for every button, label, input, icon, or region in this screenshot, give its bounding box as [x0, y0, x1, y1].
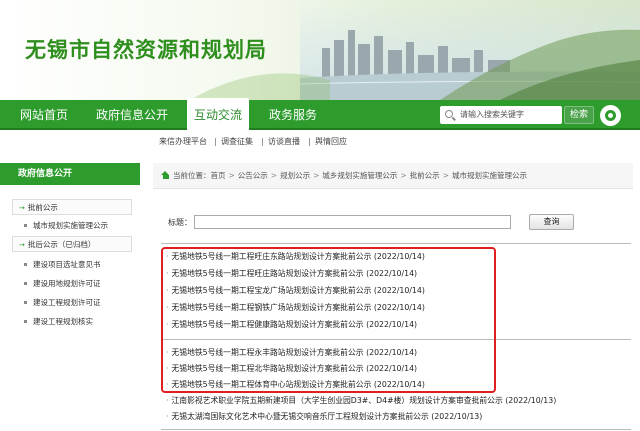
highlight-annotation-box	[161, 247, 496, 393]
search-input[interactable]: 请输入搜索关键字	[440, 106, 562, 124]
sidebar-item-label: 建设项目选址意见书	[33, 260, 101, 269]
title-filter-label: 标题：	[168, 218, 192, 227]
nav-services[interactable]: 政务服务	[258, 100, 328, 130]
list-divider	[161, 243, 631, 244]
search-icon	[445, 110, 453, 118]
sidebar-item-post-approval[interactable]: → 批后公示（已归档）	[12, 236, 132, 252]
breadcrumb: 当前位置：首页 > 公告公示 > 规划公示 > 城乡规划实施管理公示 > 批前公示 > 城市规划实施…	[153, 163, 633, 189]
list-item[interactable]: · 江南影视艺术职业学院五期新建项目（大学生创业园D3#、D4#楼）规划设计方案审…	[166, 393, 556, 409]
subnav-divider	[309, 138, 310, 146]
sidebar-item-label: 建设工程规划核实	[33, 317, 93, 326]
sidebar-heading: 政府信息公开	[0, 163, 140, 185]
bullet-icon	[24, 282, 27, 285]
search-button[interactable]: 检索	[564, 106, 594, 124]
breadcrumb-item[interactable]: 规划公示	[280, 171, 310, 180]
sidebar-item-pre-approval[interactable]: → 批前公示	[12, 199, 132, 215]
subnav-divider	[215, 138, 216, 146]
breadcrumb-item[interactable]: 城乡规划实施管理公示	[322, 171, 397, 180]
breadcrumb-item[interactable]: 批前公示	[410, 171, 440, 180]
subnav-interview[interactable]: 访谈直播	[268, 132, 300, 152]
list-item-title: 无锡太湖湾国际文化艺术中心暨无锡交响音乐厅工程规划设计方案批前公示	[171, 412, 429, 421]
sidebar-item-label: 批前公示	[27, 203, 58, 212]
sidebar-item-construction-permit[interactable]: 建设工程规划许可证	[12, 295, 132, 311]
site-title: 无锡市自然资源和规划局	[25, 38, 267, 62]
sidebar-item-label: 城市规划实施管理公示	[33, 221, 108, 230]
bullet-icon	[24, 301, 27, 304]
list-item-date: (2022/10/13)	[431, 412, 483, 421]
breadcrumb-prefix: 当前位置：	[173, 171, 211, 180]
arrow-icon: →	[19, 204, 25, 212]
sidebar-item-plan-implementation[interactable]: 城市规划实施管理公示	[12, 218, 132, 234]
subnav-letter-platform[interactable]: 来信办理平台	[159, 132, 207, 152]
breadcrumb-item[interactable]: 城市规划实施管理公示	[452, 171, 527, 180]
home-icon	[161, 171, 170, 179]
sidebar-item-land-permit[interactable]: 建设用地规划许可证	[12, 276, 132, 292]
sidebar-item-site-selection[interactable]: 建设项目选址意见书	[12, 257, 132, 273]
subnav-public-opinion[interactable]: 舆情回应	[315, 132, 347, 152]
bullet-icon	[24, 320, 27, 323]
chevron-right-icon: >	[400, 171, 407, 180]
accessibility-icon[interactable]	[600, 105, 621, 126]
sidebar-item-label: 批后公示（已归档）	[27, 240, 96, 249]
chevron-right-icon: >	[313, 171, 320, 180]
subnav-divider	[262, 138, 263, 146]
breadcrumb-item[interactable]: 公告公示	[238, 171, 268, 180]
list-item-date: (2022/10/13)	[505, 396, 557, 405]
main-nav: 网站首页 政府信息公开 互动交流 政务服务 请输入搜索关键字 检索	[0, 98, 640, 132]
bullet-icon: ·	[166, 396, 169, 405]
chevron-right-icon: >	[270, 171, 278, 180]
bullet-icon	[24, 224, 27, 227]
bullet-icon: ·	[166, 412, 169, 421]
sidebar-item-label: 建设用地规划许可证	[33, 279, 101, 288]
nav-interaction[interactable]: 互动交流	[187, 98, 249, 132]
chevron-right-icon: >	[228, 171, 235, 180]
breadcrumb-item[interactable]: 首页	[211, 171, 226, 180]
nav-gov-info[interactable]: 政府信息公开	[88, 100, 176, 130]
arrow-icon: →	[19, 241, 25, 249]
sidebar-item-label: 建设工程规划许可证	[33, 298, 101, 307]
sidebar-item-verification[interactable]: 建设工程规划核实	[12, 314, 132, 330]
site-banner: 无锡市自然资源和规划局	[0, 0, 640, 100]
search-placeholder: 请输入搜索关键字	[460, 110, 524, 119]
subnav-survey[interactable]: 调查征集	[221, 132, 253, 152]
bullet-icon	[24, 263, 27, 266]
nav-home[interactable]: 网站首页	[8, 100, 80, 130]
title-filter-input[interactable]	[194, 215, 511, 229]
list-item[interactable]: · 无锡太湖湾国际文化艺术中心暨无锡交响音乐厅工程规划设计方案批前公示 (2022…	[166, 409, 482, 425]
list-item-title: 江南影视艺术职业学院五期新建项目（大学生创业园D3#、D4#楼）规划设计方案审查…	[171, 396, 503, 405]
list-divider	[161, 429, 631, 430]
query-button[interactable]: 查询	[529, 214, 574, 230]
left-sidebar: 政府信息公开 → 批前公示 城市规划实施管理公示 → 批后公示（已归档） 建设项目选…	[0, 163, 140, 431]
chevron-right-icon: >	[442, 171, 449, 180]
sub-nav: 来信办理平台 调查征集 访谈直播 舆情回应	[0, 132, 640, 152]
